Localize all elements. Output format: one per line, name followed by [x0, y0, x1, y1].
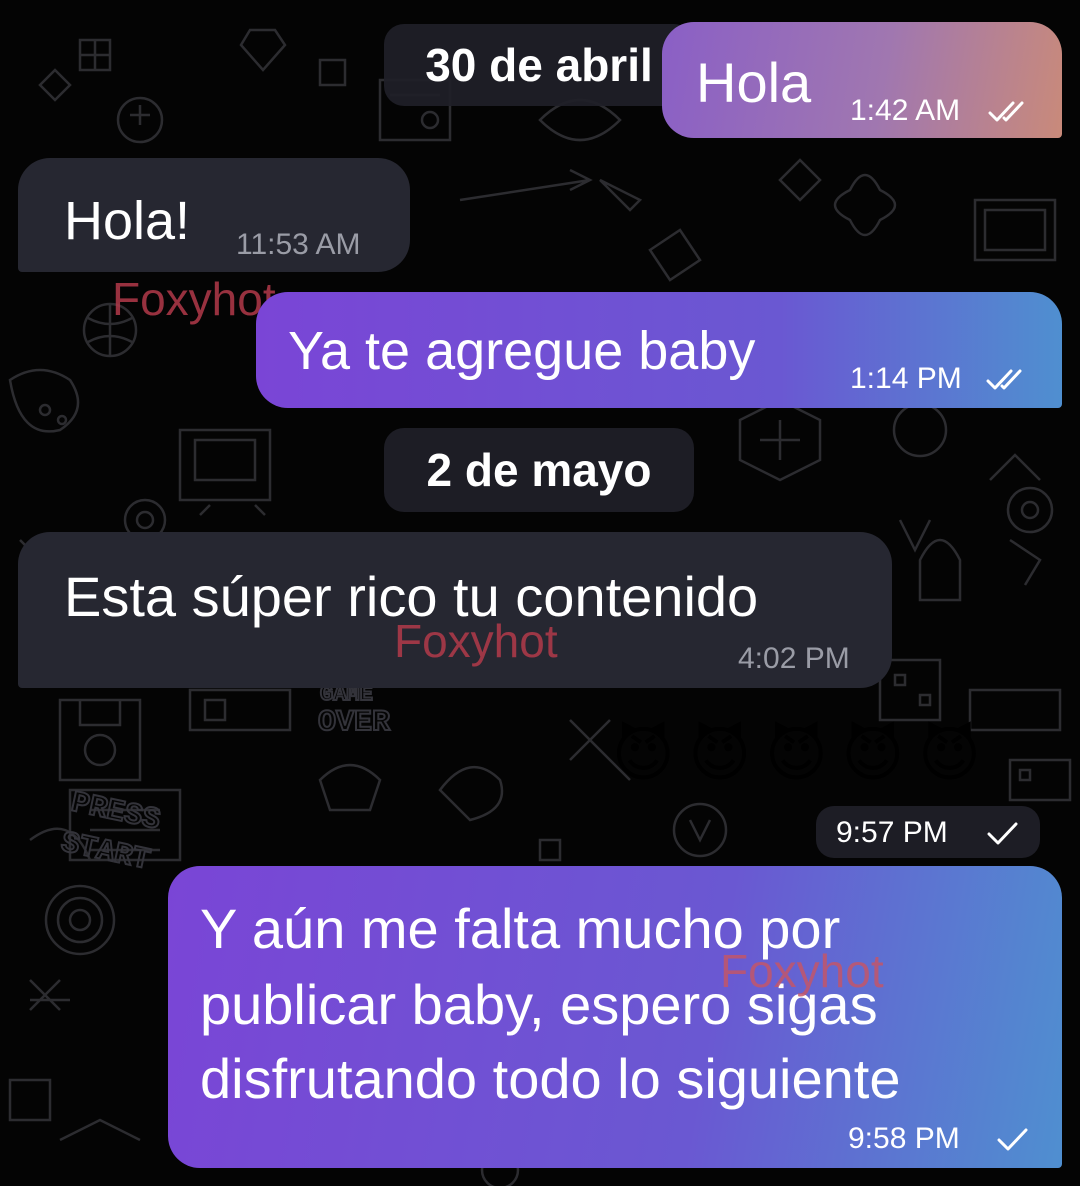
message-text: Hola [696, 51, 812, 114]
watermark-text: Foxyhot [112, 273, 276, 325]
emoji-text: 😈😈😈😈😈 [612, 721, 995, 788]
sent-check-icon [987, 822, 1018, 845]
sent-check-icon [997, 1128, 1028, 1151]
read-double-check-icon [986, 369, 1022, 390]
date-separator: 30 de abril [384, 24, 694, 106]
message-time: 1:42 AM [850, 94, 961, 127]
date-label: 30 de abril [425, 39, 653, 91]
read-double-check-icon [988, 101, 1024, 122]
message-bubble-outgoing[interactable]: Y aún me falta mucho por publicar baby, … [168, 866, 1062, 1168]
message-time: 11:53 AM [236, 228, 361, 261]
message-bubble-outgoing[interactable]: Hola 1:42 AM [662, 22, 1062, 138]
emoji-message[interactable]: 😈😈😈😈😈 [600, 712, 1060, 802]
message-time: 9:57 PM [836, 816, 948, 849]
emoji-time-pill: 9:57 PM [816, 806, 1040, 858]
message-text-line: disfrutando todo lo siguiente [200, 1047, 901, 1110]
message-bubble-outgoing[interactable]: Ya te agregue baby 1:14 PM [256, 292, 1062, 408]
chat-view: OVER GAME PRESS START 30 de abril Hola 1… [0, 0, 1080, 1186]
message-time: 1:14 PM [850, 362, 962, 395]
date-separator: 2 de mayo [384, 428, 694, 512]
message-time: 4:02 PM [738, 642, 850, 675]
watermark-text: Foxyhot [394, 615, 558, 667]
date-label: 2 de mayo [426, 444, 652, 496]
watermark-text: Foxyhot [720, 945, 884, 997]
message-text: Ya te agregue baby [288, 321, 756, 381]
svg-text:OVER: OVER [318, 706, 390, 740]
message-bubble-incoming[interactable]: Hola! 11:53 AM [18, 158, 410, 272]
message-text: Hola! [64, 191, 191, 251]
message-time: 9:58 PM [848, 1122, 960, 1155]
